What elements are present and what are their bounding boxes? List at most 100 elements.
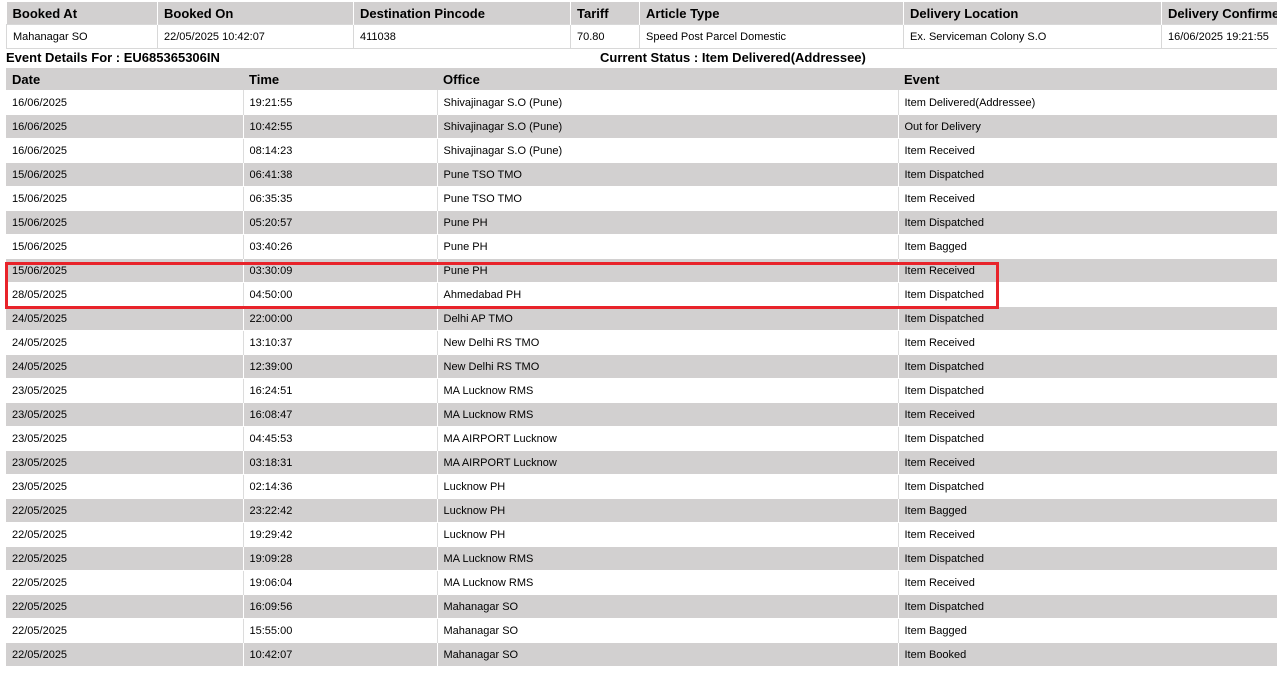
event-description: Item Booked xyxy=(898,642,1277,666)
event-time: 05:20:57 xyxy=(243,210,438,235)
event-office: Shivajinagar S.O (Pune) xyxy=(437,114,899,139)
event-time: 19:29:42 xyxy=(243,522,438,547)
event-date: 28/05/2025 xyxy=(6,282,244,307)
header-time: Time xyxy=(243,68,437,91)
header-article-type: Article Type xyxy=(639,2,904,25)
event-office: Lucknow PH xyxy=(437,522,899,547)
event-description: Item Received xyxy=(898,138,1277,163)
event-time: 06:41:38 xyxy=(243,162,438,187)
event-description: Item Bagged xyxy=(898,498,1277,523)
event-date: 23/05/2025 xyxy=(6,378,244,403)
event-description: Item Dispatched xyxy=(898,210,1277,235)
event-details-label: Event Details For : EU685365306IN xyxy=(6,50,220,65)
event-description: Item Received xyxy=(898,258,1277,283)
event-time: 12:39:00 xyxy=(243,354,438,379)
event-description: Item Received xyxy=(898,186,1277,211)
event-date: 24/05/2025 xyxy=(6,306,244,331)
event-time: 16:24:51 xyxy=(243,378,438,403)
event-description: Item Received xyxy=(898,570,1277,595)
event-office: New Delhi RS TMO xyxy=(437,354,899,379)
booking-summary-table: Booked At Booked On Destination Pincode … xyxy=(6,2,1277,49)
event-office: MA AIRPORT Lucknow xyxy=(437,426,899,451)
event-date: 16/06/2025 xyxy=(6,138,244,163)
event-date: 15/06/2025 xyxy=(6,210,244,235)
destination-pincode-value: 411038 xyxy=(353,24,571,49)
event-office: Mahanagar SO xyxy=(437,594,899,619)
header-booked-at: Booked At xyxy=(6,2,158,25)
event-row: 22/05/2025 10:42:07 Mahanagar SO Item Booke… xyxy=(6,642,1277,666)
event-office: MA Lucknow RMS xyxy=(437,546,899,571)
events-table: Date Time Office Event 16/06/2025 19:21:5… xyxy=(6,68,1277,666)
event-time: 03:40:26 xyxy=(243,234,438,259)
event-date: 23/05/2025 xyxy=(6,426,244,451)
summary-header-row: Booked At Booked On Destination Pincode … xyxy=(6,2,1277,25)
event-office: Pune TSO TMO xyxy=(437,186,899,211)
event-description: Item Dispatched xyxy=(898,354,1277,379)
event-row: 15/06/2025 06:35:35 Pune TSO TMO Item Recei… xyxy=(6,186,1277,211)
event-date: 15/06/2025 xyxy=(6,258,244,283)
event-time: 10:42:55 xyxy=(243,114,438,139)
event-time: 04:50:00 xyxy=(243,282,438,307)
event-time: 19:09:28 xyxy=(243,546,438,571)
event-date: 22/05/2025 xyxy=(6,618,244,643)
event-row: 24/05/2025 12:39:00 New Delhi RS TMO Item D… xyxy=(6,354,1277,379)
event-office: Lucknow PH xyxy=(437,498,899,523)
event-office: New Delhi RS TMO xyxy=(437,330,899,355)
event-time: 23:22:42 xyxy=(243,498,438,523)
event-time: 03:30:09 xyxy=(243,258,438,283)
event-time: 04:45:53 xyxy=(243,426,438,451)
event-row: 15/06/2025 03:40:26 Pune PH Item Bagged xyxy=(6,234,1277,259)
event-row: 23/05/2025 03:18:31 MA AIRPORT Lucknow Item… xyxy=(6,450,1277,475)
event-time: 03:18:31 xyxy=(243,450,438,475)
delivery-location-value: Ex. Serviceman Colony S.O xyxy=(903,24,1162,49)
event-date: 23/05/2025 xyxy=(6,402,244,427)
event-time: 19:06:04 xyxy=(243,570,438,595)
event-row: 22/05/2025 15:55:00 Mahanagar SO Item Bagge… xyxy=(6,618,1277,643)
event-time: 10:42:07 xyxy=(243,642,438,666)
event-office: Pune PH xyxy=(437,210,899,235)
header-delivery-location: Delivery Location xyxy=(903,2,1162,25)
event-office: Pune PH xyxy=(437,258,899,283)
event-row: 22/05/2025 16:09:56 Mahanagar SO Item Dispa… xyxy=(6,594,1277,619)
event-description: Item Bagged xyxy=(898,234,1277,259)
tariff-value: 70.80 xyxy=(570,24,640,49)
event-description: Out for Delivery xyxy=(898,114,1277,139)
event-row: 23/05/2025 04:45:53 MA AIRPORT Lucknow Item… xyxy=(6,426,1277,451)
delivery-confirmed-value: 16/06/2025 19:21:55 xyxy=(1161,24,1277,49)
header-destination-pincode: Destination Pincode xyxy=(353,2,571,25)
event-date: 22/05/2025 xyxy=(6,498,244,523)
event-office: Mahanagar SO xyxy=(437,642,899,666)
event-row: 15/06/2025 05:20:57 Pune PH Item Dispatched xyxy=(6,210,1277,235)
event-row: 24/05/2025 22:00:00 Delhi AP TMO Item Dispa… xyxy=(6,306,1277,331)
event-time: 16:08:47 xyxy=(243,402,438,427)
event-office: Mahanagar SO xyxy=(437,618,899,643)
event-date: 16/06/2025 xyxy=(6,114,244,139)
event-description: Item Dispatched xyxy=(898,426,1277,451)
event-description: Item Dispatched xyxy=(898,474,1277,499)
event-office: Pune PH xyxy=(437,234,899,259)
event-date: 15/06/2025 xyxy=(6,186,244,211)
event-description: Item Dispatched xyxy=(898,306,1277,331)
event-description: Item Dispatched xyxy=(898,282,1277,307)
event-date: 24/05/2025 xyxy=(6,330,244,355)
event-date: 23/05/2025 xyxy=(6,450,244,475)
event-row: 15/06/2025 06:41:38 Pune TSO TMO Item Dispa… xyxy=(6,162,1277,187)
header-booked-on: Booked On xyxy=(157,2,354,25)
event-description: Item Delivered(Addressee) xyxy=(898,90,1277,115)
event-row: 22/05/2025 19:29:42 Lucknow PH Item Receive… xyxy=(6,522,1277,547)
event-row: 16/06/2025 10:42:55 Shivajinagar S.O (Pune… xyxy=(6,114,1277,139)
event-description: Item Received xyxy=(898,450,1277,475)
event-office: Pune TSO TMO xyxy=(437,162,899,187)
event-date: 16/06/2025 xyxy=(6,90,244,115)
event-description: Item Received xyxy=(898,402,1277,427)
event-row: 23/05/2025 02:14:36 Lucknow PH Item Dispatc… xyxy=(6,474,1277,499)
event-time: 15:55:00 xyxy=(243,618,438,643)
event-description: Item Dispatched xyxy=(898,546,1277,571)
event-office: MA Lucknow RMS xyxy=(437,570,899,595)
summary-row: Mahanagar SO 22/05/2025 10:42:07 411038 … xyxy=(6,24,1277,49)
event-description: Item Received xyxy=(898,330,1277,355)
event-time: 16:09:56 xyxy=(243,594,438,619)
event-date: 23/05/2025 xyxy=(6,474,244,499)
header-delivery-confirmed-on: Delivery Confirmed On xyxy=(1161,2,1277,25)
event-description: Item Dispatched xyxy=(898,594,1277,619)
